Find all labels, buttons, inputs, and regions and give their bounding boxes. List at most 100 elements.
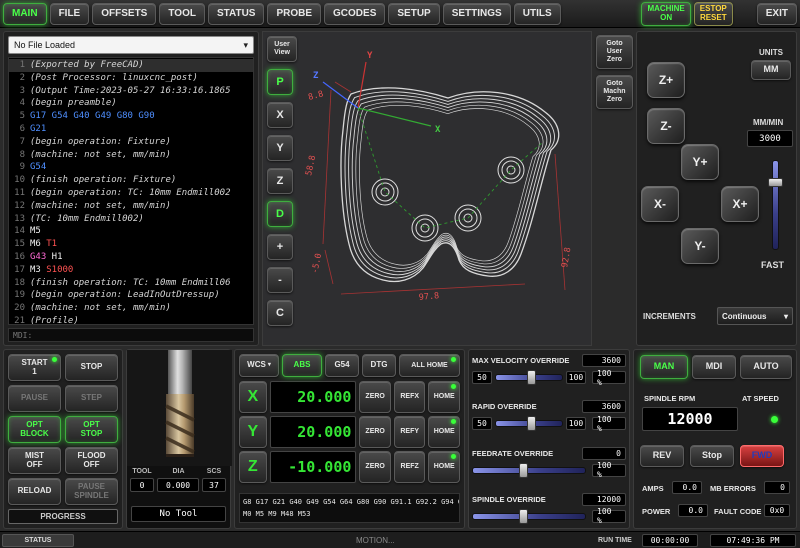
gcode-segment: G21	[30, 123, 46, 136]
top-menu-bar: MAINFILEOFFSETSTOOLSTATUSPROBEGCODESSETU…	[0, 0, 800, 28]
gcode-line-number: 15	[9, 238, 25, 251]
zero-y-button[interactable]: ZERO	[359, 416, 391, 448]
dtg-button[interactable]: DTG	[362, 354, 396, 377]
override-value: 3600	[582, 354, 626, 367]
slider-handle[interactable]	[519, 463, 528, 478]
zero-x-button[interactable]: ZERO	[359, 381, 391, 413]
viewport-c-button[interactable]: C	[267, 300, 293, 326]
cycle-step-button[interactable]: STEP	[65, 385, 118, 412]
viewport-plus-button[interactable]: +	[267, 234, 293, 260]
viewport-x-button[interactable]: X	[267, 102, 293, 128]
override-slider[interactable]	[495, 416, 563, 431]
zero-z-button[interactable]: ZERO	[359, 451, 391, 483]
override-slider[interactable]	[472, 509, 586, 524]
cycle-stop-button[interactable]: STOP	[65, 354, 118, 381]
abs-button[interactable]: ABS	[282, 354, 322, 377]
gcode-segment: (machine: not set, mm/min)	[30, 200, 171, 213]
override-slider[interactable]	[495, 370, 563, 385]
gcode-line: 10(finish operation: Fixture)	[9, 174, 253, 187]
cycle-opt-block-button[interactable]: OPTBLOCK	[8, 416, 61, 443]
fast-label: FAST	[761, 260, 784, 270]
viewport-p-button[interactable]: P	[267, 69, 293, 95]
ref-y-button[interactable]: REFY	[394, 416, 426, 448]
gcode-segment: T1	[41, 238, 57, 251]
jog-z-plus-button[interactable]: Z+	[647, 62, 685, 98]
spindle-stop-button[interactable]: Stop	[690, 445, 734, 467]
slider-handle[interactable]	[519, 509, 528, 524]
man-mode-button[interactable]: MAN	[640, 355, 688, 379]
dro-value-y: 20.000	[270, 416, 357, 448]
led-indicator	[52, 357, 57, 362]
file-selector[interactable]: No File Loaded ▾	[8, 36, 254, 54]
home-x-button[interactable]: HOME	[428, 381, 460, 413]
viewport-minus-button[interactable]: -	[267, 267, 293, 293]
increments-dropdown[interactable]: Continuous ▾	[717, 307, 793, 325]
jog-x-plus-button[interactable]: X+	[721, 186, 759, 222]
viewport-z-button[interactable]: Z	[267, 168, 293, 194]
axis-letter-y[interactable]: Y	[239, 416, 267, 448]
mdi-mode-button[interactable]: MDI	[692, 355, 736, 379]
toolpath-viewport[interactable]: Y X Z 8.8 58.8 -5.0 97.8 92.8 UserViewPX…	[262, 31, 592, 346]
at-speed-label: AT SPEED	[742, 394, 779, 403]
home-z-button[interactable]: HOME	[428, 451, 460, 483]
menu-utils-button[interactable]: UTILS	[514, 3, 561, 25]
spindle-rpm-display: 12000	[642, 407, 738, 431]
menu-gcodes-button[interactable]: GCODES	[324, 3, 385, 25]
mdi-input[interactable]: MDI:	[8, 328, 254, 342]
menu-probe-button[interactable]: PROBE	[267, 3, 321, 25]
cycle-mist-button[interactable]: MISTOFF	[8, 447, 61, 474]
slider-handle[interactable]	[768, 178, 783, 187]
jog-y-minus-button[interactable]: Y-	[681, 228, 719, 264]
slider-track	[472, 467, 586, 474]
jog-speed-slider[interactable]	[768, 160, 783, 250]
g54-button[interactable]: G54	[325, 354, 359, 377]
auto-mode-button[interactable]: AUTO	[740, 355, 792, 379]
menu-setup-button[interactable]: SETUP	[388, 3, 439, 25]
goto-user-zero-button[interactable]: Goto User Zero	[596, 35, 633, 69]
viewport-d-button[interactable]: D	[267, 201, 293, 227]
wcs-button[interactable]: WCS ▾	[239, 354, 279, 377]
jog-y-plus-button[interactable]: Y+	[681, 144, 719, 180]
spindle-fwd-button[interactable]: FWD	[740, 445, 784, 467]
axis-letter-z[interactable]: Z	[239, 451, 267, 483]
jog-x-minus-button[interactable]: X-	[641, 186, 679, 222]
gcode-editor[interactable]: 1(Exported by FreeCAD)2(Post Processor: …	[8, 57, 254, 325]
cycle-buttons: START1STOPPAUSESTEPOPTBLOCKOPTSTOPMISTOF…	[4, 350, 122, 509]
cycle-opt-stop-button[interactable]: OPTSTOP	[65, 416, 118, 443]
cycle-pause-spindle-button[interactable]: PAUSESPINDLE	[65, 478, 118, 505]
slider-handle[interactable]	[527, 370, 536, 385]
jog-z-minus-button[interactable]: Z-	[647, 108, 685, 144]
exit-button[interactable]: EXIT	[757, 3, 797, 25]
menu-tool-button[interactable]: TOOL	[159, 3, 205, 25]
menu-file-button[interactable]: FILE	[50, 3, 90, 25]
viewport-y-button[interactable]: Y	[267, 135, 293, 161]
home-y-button[interactable]: HOME	[428, 416, 460, 448]
spindle-rev-button[interactable]: REV	[640, 445, 684, 467]
cycle-reload-button[interactable]: RELOAD	[8, 478, 61, 505]
led-indicator	[451, 384, 456, 389]
cycle-start-button[interactable]: START1	[8, 354, 61, 381]
menu-status-button[interactable]: STATUS	[208, 3, 265, 25]
toolpath-holes	[372, 157, 524, 241]
goto-machine-zero-button[interactable]: Goto Machn Zero	[596, 75, 633, 109]
ref-x-button[interactable]: REFX	[394, 381, 426, 413]
override-slider[interactable]	[472, 463, 586, 478]
cycle-pause-button[interactable]: PAUSE	[8, 385, 61, 412]
active-gcodes: G8 G17 G21 G40 G49 G54 G64 G80 G90 G91.1…	[243, 496, 456, 508]
override-max-velocity: MAX VELOCITY OVERRIDE360050100100 %	[472, 354, 626, 385]
gcode-line-number: 14	[9, 225, 25, 238]
menu-offsets-button[interactable]: OFFSETS	[92, 3, 156, 25]
estop-reset-button[interactable]: ESTOP RESET	[694, 2, 733, 26]
axis-letter-x[interactable]: X	[239, 381, 267, 413]
cycle-flood-button[interactable]: FLOODOFF	[65, 447, 118, 474]
units-mm-button[interactable]: MM	[751, 60, 791, 80]
slider-handle[interactable]	[527, 416, 536, 431]
menu-settings-button[interactable]: SETTINGS	[443, 3, 511, 25]
machine-on-button[interactable]: MACHINE ON	[641, 2, 690, 26]
all-home-button[interactable]: ALL HOME	[399, 354, 460, 377]
ref-z-button[interactable]: REFZ	[394, 451, 426, 483]
viewport-user-view-button[interactable]: UserView	[267, 36, 297, 62]
menu-main-button[interactable]: MAIN	[3, 3, 47, 25]
gcode-segment: (Exported by FreeCAD)	[30, 59, 144, 72]
override-label: MAX VELOCITY OVERRIDE	[472, 356, 569, 365]
